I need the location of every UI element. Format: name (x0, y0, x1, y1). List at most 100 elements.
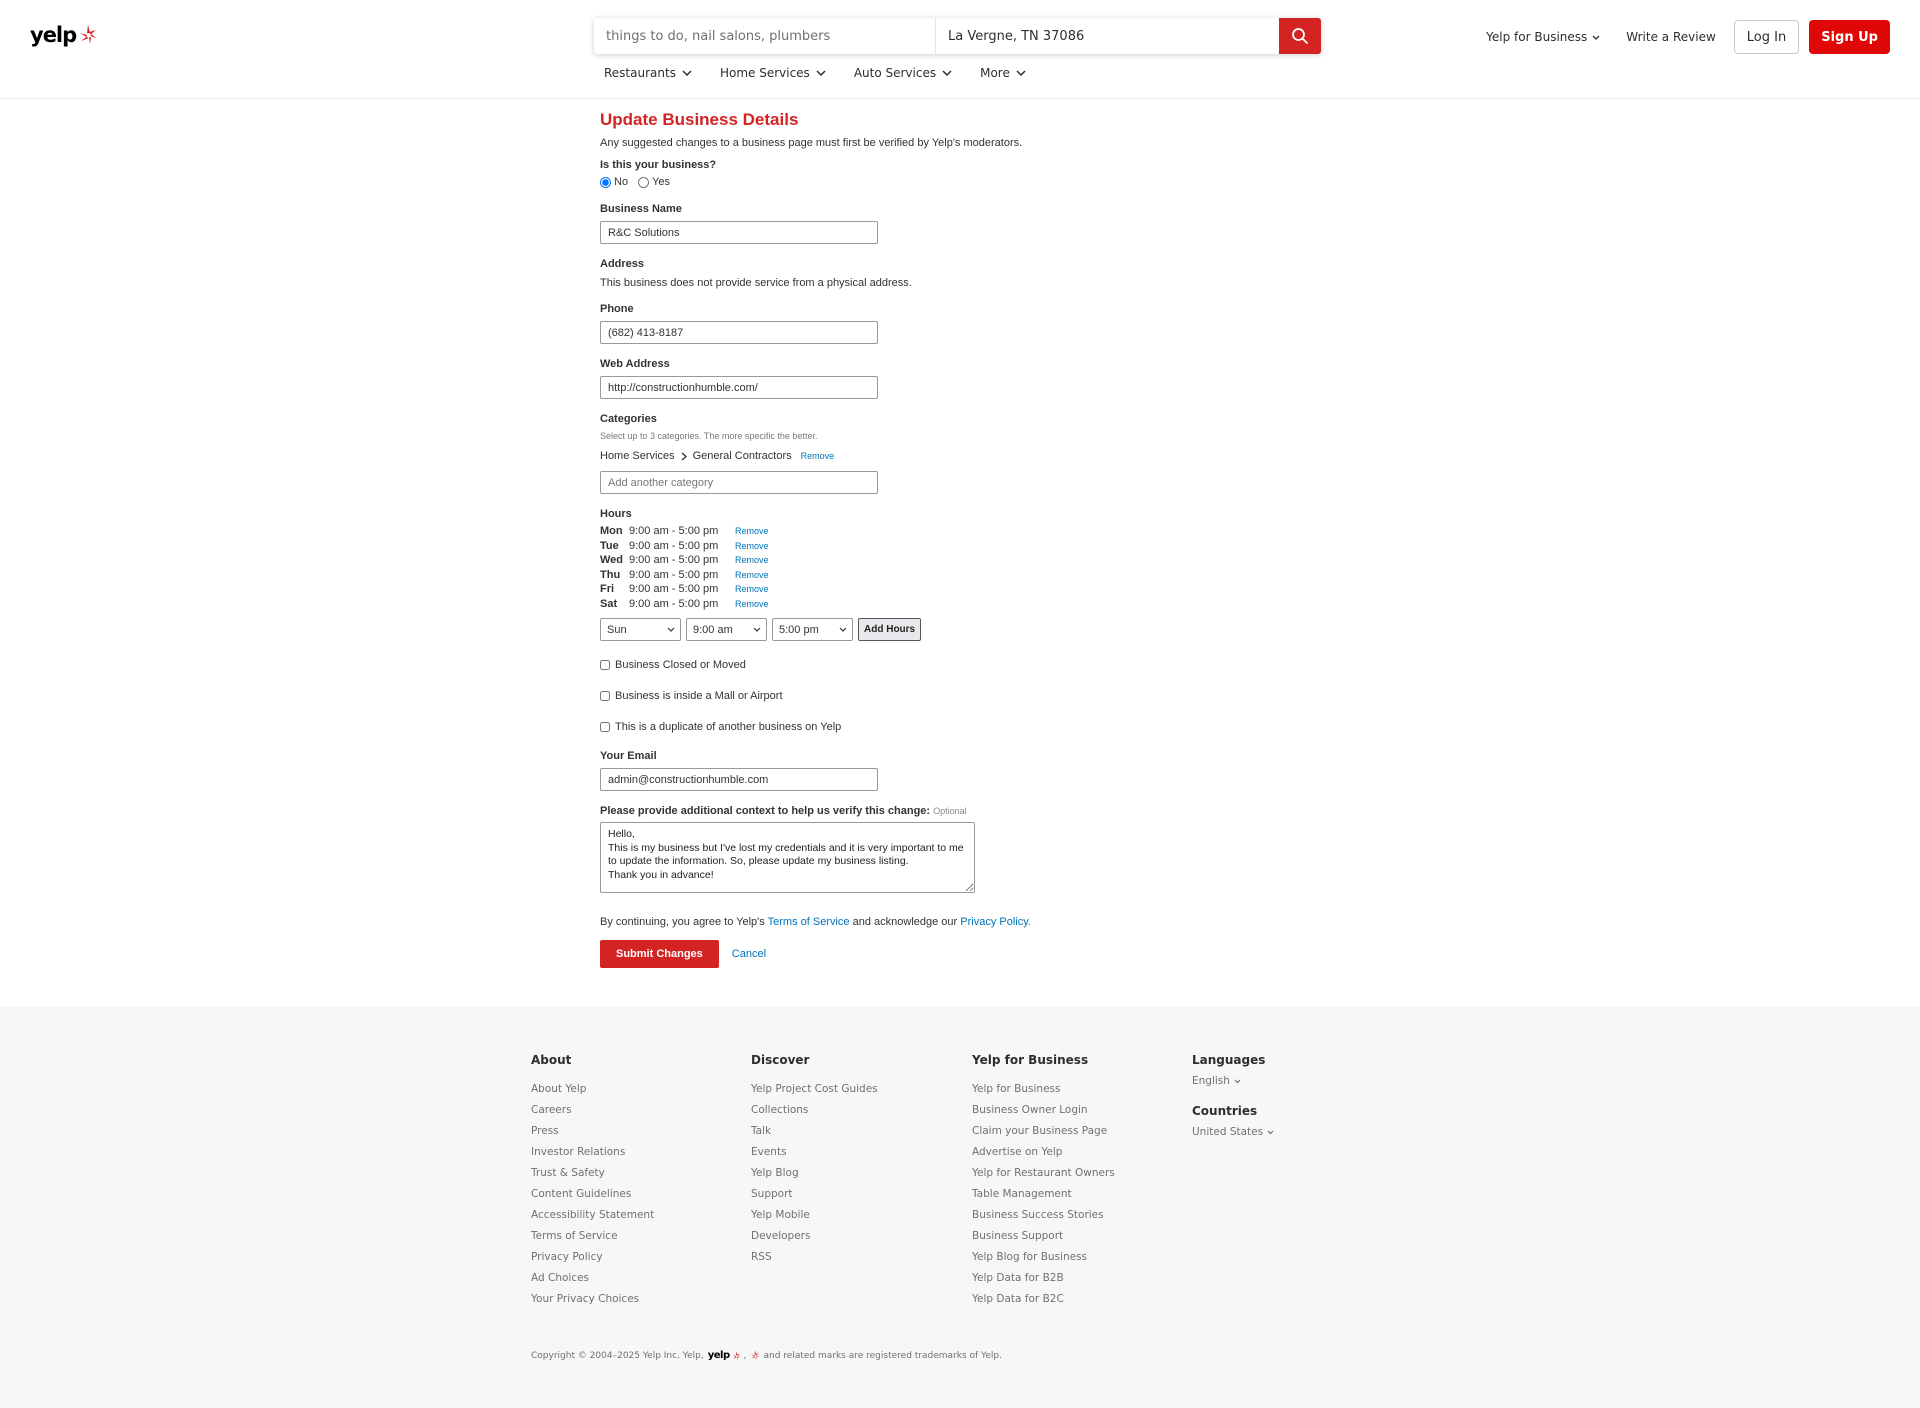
nav-auto-services[interactable]: Auto Services (854, 66, 952, 80)
hours-day: Mon (600, 525, 623, 538)
footer-link[interactable]: Talk (751, 1124, 878, 1145)
copyright-logo-text: yelp (707, 1350, 730, 1361)
intro-text: Any suggested changes to a business page… (600, 137, 1023, 149)
footer-link[interactable]: Terms of Service (531, 1229, 654, 1250)
hours-field: Hours Mon 9:00 am - 5:00 pm Remove Tue 9… (600, 508, 1140, 641)
footer-link[interactable]: Yelp Mobile (751, 1208, 878, 1229)
hours-range: 9:00 am - 5:00 pm (629, 568, 719, 581)
login-button[interactable]: Log In (1733, 20, 1800, 54)
closed-checkbox-row[interactable]: Business Closed or Moved (600, 659, 1140, 671)
footer-link[interactable]: Table Management (972, 1187, 1115, 1208)
submit-button[interactable]: Submit Changes (600, 940, 719, 968)
cancel-link[interactable]: Cancel (732, 948, 766, 960)
radio-yes-option[interactable]: Yes (638, 176, 670, 188)
hours-row: Tue 9:00 am - 5:00 pm Remove (600, 539, 1140, 554)
footer-link[interactable]: Trust & Safety (531, 1166, 654, 1187)
search-icon (1292, 28, 1308, 44)
context-textarea[interactable]: Hello, This is my business but I've lost… (600, 822, 975, 893)
remove-hours-link[interactable]: Remove (735, 584, 769, 594)
footer-link[interactable]: Content Guidelines (531, 1187, 654, 1208)
day-select[interactable]: Sun (600, 618, 681, 641)
search-find-input[interactable] (594, 18, 936, 54)
add-hours-button[interactable]: Add Hours (858, 618, 922, 641)
copyright-prefix: Copyright © 2004–2025 Yelp Inc. Yelp, (531, 1350, 704, 1361)
duplicate-checkbox[interactable] (600, 722, 610, 732)
footer-link[interactable]: Yelp Blog for Business (972, 1250, 1115, 1271)
nav-more[interactable]: More (980, 66, 1026, 80)
footer-link[interactable]: Advertise on Yelp (972, 1145, 1115, 1166)
radio-no[interactable] (600, 176, 611, 188)
chevron-down-icon (1592, 35, 1600, 40)
phone-input[interactable] (600, 321, 878, 344)
categories-label: Categories (600, 413, 657, 425)
footer-link[interactable]: Accessibility Statement (531, 1208, 654, 1229)
nav-restaurants[interactable]: Restaurants (604, 66, 692, 80)
footer-link[interactable]: Events (751, 1145, 878, 1166)
site-footer: About About Yelp Careers Press Investor … (0, 1007, 1920, 1408)
footer-link[interactable]: Careers (531, 1103, 654, 1124)
footer-link[interactable]: Claim your Business Page (972, 1124, 1115, 1145)
chevron-down-icon (1234, 1079, 1241, 1083)
context-field: Please provide additional context to hel… (600, 805, 1140, 893)
footer-link[interactable]: Privacy Policy (531, 1250, 654, 1271)
hours-range: 9:00 am - 5:00 pm (629, 539, 719, 552)
hours-row: Wed 9:00 am - 5:00 pm Remove (600, 553, 1140, 568)
search-near-input[interactable] (936, 18, 1279, 54)
duplicate-checkbox-row[interactable]: This is a duplicate of another business … (600, 721, 1140, 733)
yelp-for-business-menu[interactable]: Yelp for Business (1486, 30, 1600, 44)
footer-link[interactable]: Yelp Project Cost Guides (751, 1082, 878, 1103)
footer-link[interactable]: Yelp Data for B2B (972, 1271, 1115, 1292)
footer-link[interactable]: Yelp for Business (972, 1082, 1115, 1103)
chevron-down-icon (667, 627, 675, 632)
nav-label: Restaurants (604, 66, 676, 80)
footer-link[interactable]: Investor Relations (531, 1145, 654, 1166)
remove-hours-link[interactable]: Remove (735, 526, 769, 536)
closed-checkbox[interactable] (600, 660, 610, 670)
mall-checkbox-row[interactable]: Business is inside a Mall or Airport (600, 690, 1140, 702)
footer-link[interactable]: RSS (751, 1250, 878, 1271)
close-time-select[interactable]: 5:00 pm (772, 618, 853, 641)
signup-button[interactable]: Sign Up (1809, 20, 1890, 54)
privacy-link[interactable]: Privacy Policy. (960, 916, 1031, 928)
footer-link[interactable]: Ad Choices (531, 1271, 654, 1292)
mall-checkbox[interactable] (600, 691, 610, 701)
remove-hours-link[interactable]: Remove (735, 555, 769, 565)
remove-hours-link[interactable]: Remove (735, 599, 769, 609)
context-label: Please provide additional context to hel… (600, 805, 931, 817)
yelp-logo[interactable]: yelp (30, 22, 98, 48)
footer-link[interactable]: Support (751, 1187, 878, 1208)
duplicate-checkbox-label: This is a duplicate of another business … (615, 721, 842, 733)
footer-link[interactable]: Yelp Data for B2C (972, 1292, 1115, 1313)
header-actions: Yelp for Business Write a Review Log In … (1486, 20, 1890, 54)
language-select[interactable]: English (1192, 1075, 1274, 1087)
add-category-input[interactable] (600, 471, 878, 494)
remove-category-link[interactable]: Remove (801, 451, 835, 461)
terms-link[interactable]: Terms of Service (768, 916, 850, 928)
country-select[interactable]: United States (1192, 1126, 1274, 1138)
footer-link[interactable]: Press (531, 1124, 654, 1145)
nav-home-services[interactable]: Home Services (720, 66, 826, 80)
search-button[interactable] (1279, 18, 1321, 54)
footer-link[interactable]: Collections (751, 1103, 878, 1124)
footer-link[interactable]: Yelp Blog (751, 1166, 878, 1187)
web-address-input[interactable] (600, 376, 878, 399)
hours-range: 9:00 am - 5:00 pm (629, 554, 719, 567)
radio-yes[interactable] (638, 176, 650, 188)
footer-link[interactable]: Business Success Stories (972, 1208, 1115, 1229)
agree-middle: and acknowledge our (852, 916, 958, 928)
open-time-select[interactable]: 9:00 am (686, 618, 767, 641)
email-input[interactable] (600, 768, 878, 791)
footer-link[interactable]: Business Support (972, 1229, 1115, 1250)
business-name-input[interactable] (600, 221, 878, 244)
remove-hours-link[interactable]: Remove (735, 570, 769, 580)
footer-link[interactable]: Developers (751, 1229, 878, 1250)
write-review-link[interactable]: Write a Review (1626, 30, 1715, 44)
footer-link[interactable]: Business Owner Login (972, 1103, 1115, 1124)
footer-link[interactable]: About Yelp (531, 1082, 654, 1103)
chevron-down-icon (682, 70, 692, 76)
footer-link[interactable]: Your Privacy Choices (531, 1292, 654, 1313)
open-time-value: 9:00 am (693, 623, 733, 636)
remove-hours-link[interactable]: Remove (735, 541, 769, 551)
footer-link[interactable]: Yelp for Restaurant Owners (972, 1166, 1115, 1187)
radio-no-option[interactable]: No (600, 176, 628, 188)
